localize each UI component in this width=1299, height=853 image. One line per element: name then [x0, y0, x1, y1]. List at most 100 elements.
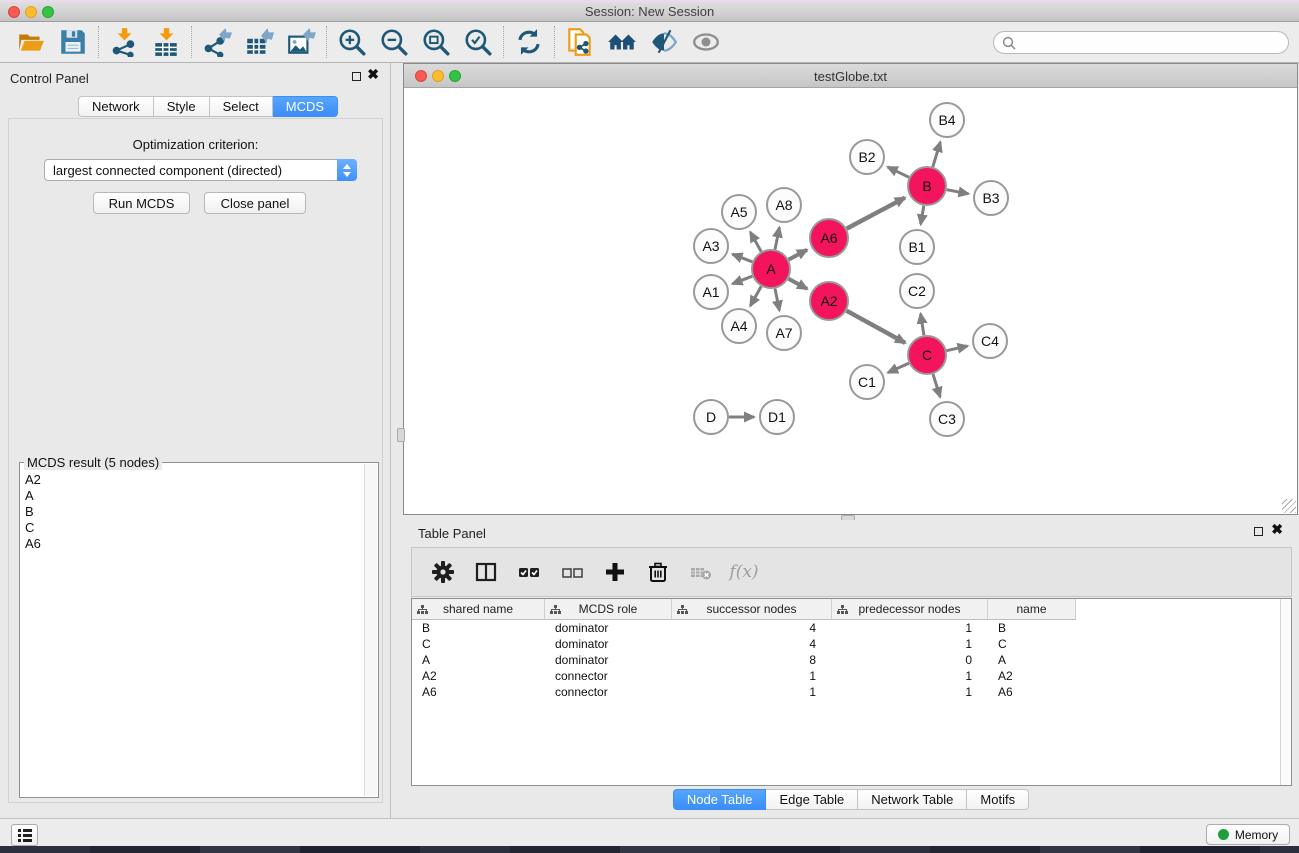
network-canvas[interactable]: AA1A2A3A4A5A6A7A8BB1B2B3B4CC1C2C3C4DD1 [404, 88, 1297, 514]
table-cell[interactable]: 1 [672, 685, 832, 699]
table-cell[interactable]: dominator [545, 637, 672, 651]
network-window-titlebar[interactable]: testGlobe.txt [404, 64, 1297, 88]
delete-column-icon[interactable] [641, 555, 675, 589]
refresh-icon[interactable] [512, 25, 546, 59]
tab-motifs[interactable]: Motifs [967, 789, 1029, 810]
graph-node-B[interactable]: B [908, 167, 946, 205]
graph-node-C4[interactable]: C4 [973, 324, 1007, 358]
float-table-panel-icon[interactable] [1254, 527, 1263, 536]
tab-select[interactable]: Select [210, 96, 273, 117]
resize-grip-icon[interactable] [1282, 499, 1296, 513]
graph-node-B1[interactable]: B1 [900, 230, 934, 264]
table-cell[interactable]: 1 [672, 669, 832, 683]
table-cell[interactable]: B [412, 621, 545, 635]
settings-gear-icon[interactable] [426, 555, 460, 589]
table-cell[interactable]: 8 [672, 653, 832, 667]
memory-button[interactable]: Memory [1206, 824, 1290, 845]
mcds-result-item[interactable]: A [21, 488, 363, 504]
export-network-icon[interactable] [200, 25, 234, 59]
result-scrollbar[interactable] [364, 464, 377, 796]
mcds-result-item[interactable]: B [21, 504, 363, 520]
table-cell[interactable]: C [988, 637, 1076, 651]
close-panel-button[interactable]: Close panel [204, 192, 306, 214]
column-header[interactable]: name [988, 599, 1076, 620]
table-cell[interactable]: dominator [545, 621, 672, 635]
graph-node-A8[interactable]: A8 [767, 188, 801, 222]
mcds-result-item[interactable]: A2 [21, 472, 363, 488]
table-row[interactable]: Bdominator41B [412, 620, 1291, 636]
zoom-out-icon[interactable] [377, 25, 411, 59]
table-cell[interactable]: dominator [545, 653, 672, 667]
render-details-icon[interactable] [647, 25, 681, 59]
tab-style[interactable]: Style [154, 96, 210, 117]
graph-node-B2[interactable]: B2 [850, 140, 884, 174]
mcds-result-item[interactable]: C [21, 520, 363, 536]
run-mcds-button[interactable]: Run MCDS [93, 192, 190, 214]
tab-network[interactable]: Network [78, 96, 154, 117]
select-all-icon[interactable] [512, 555, 546, 589]
table-cell[interactable]: A [412, 653, 545, 667]
zoom-selected-icon[interactable] [461, 25, 495, 59]
search-input[interactable] [1021, 35, 1271, 50]
table-cell[interactable]: A2 [988, 669, 1076, 683]
criterion-dropdown[interactable]: largest connected component (directed) [44, 159, 357, 181]
table-row[interactable]: A2connector11A2 [412, 668, 1291, 684]
table-cell[interactable]: A2 [412, 669, 545, 683]
column-header[interactable]: MCDS role [545, 599, 672, 620]
delete-table-icon[interactable] [684, 555, 718, 589]
save-session-icon[interactable] [56, 25, 90, 59]
table-cell[interactable]: 1 [832, 621, 988, 635]
table-row[interactable]: Cdominator41C [412, 636, 1291, 652]
graph-node-D[interactable]: D [694, 400, 728, 434]
tab-edge-table[interactable]: Edge Table [766, 789, 858, 810]
import-network-icon[interactable] [107, 25, 141, 59]
graph-node-A2[interactable]: A2 [810, 282, 848, 320]
table-scrollbar[interactable] [1280, 599, 1291, 785]
table-cell[interactable]: 1 [832, 637, 988, 651]
table-cell[interactable]: 0 [832, 653, 988, 667]
network-list-button[interactable] [11, 824, 38, 846]
clone-network-icon[interactable] [563, 25, 597, 59]
table-cell[interactable]: connector [545, 685, 672, 699]
export-image-icon[interactable] [284, 25, 318, 59]
graph-node-B4[interactable]: B4 [930, 103, 964, 137]
show-column-icon[interactable] [469, 555, 503, 589]
mcds-result-item[interactable]: A6 [21, 536, 363, 552]
graph-node-A4[interactable]: A4 [722, 309, 756, 343]
close-panel-icon[interactable]: ✖ [367, 67, 379, 81]
graph-node-A[interactable]: A [752, 250, 790, 288]
table-cell[interactable]: connector [545, 669, 672, 683]
graph-node-B3[interactable]: B3 [974, 181, 1008, 215]
table-cell[interactable]: A6 [412, 685, 545, 699]
table-cell[interactable]: 1 [832, 685, 988, 699]
table-cell[interactable]: B [988, 621, 1076, 635]
tab-mcds[interactable]: MCDS [273, 96, 338, 117]
show-graphics-icon[interactable] [689, 25, 723, 59]
close-table-panel-icon[interactable]: ✖ [1271, 522, 1283, 536]
graph-node-A3[interactable]: A3 [694, 229, 728, 263]
graph-node-A1[interactable]: A1 [694, 275, 728, 309]
tab-node-table[interactable]: Node Table [673, 789, 767, 810]
zoom-fit-icon[interactable] [419, 25, 453, 59]
add-column-icon[interactable] [598, 555, 632, 589]
table-cell[interactable]: C [412, 637, 545, 651]
column-header[interactable]: successor nodes [672, 599, 832, 620]
column-header[interactable]: shared name [412, 599, 545, 620]
graph-node-A5[interactable]: A5 [722, 195, 756, 229]
graph-node-D1[interactable]: D1 [760, 400, 794, 434]
table-row[interactable]: Adominator80A [412, 652, 1291, 668]
graph-node-C[interactable]: C [908, 336, 946, 374]
function-builder-icon[interactable]: f(x) [727, 555, 761, 589]
graph-node-A7[interactable]: A7 [767, 316, 801, 350]
float-panel-icon[interactable] [352, 72, 361, 81]
table-cell[interactable]: 1 [832, 669, 988, 683]
import-table-icon[interactable] [149, 25, 183, 59]
zoom-in-icon[interactable] [335, 25, 369, 59]
graph-node-C1[interactable]: C1 [850, 365, 884, 399]
search-field[interactable] [993, 31, 1289, 54]
table-cell[interactable]: 4 [672, 621, 832, 635]
vertical-split-handle[interactable] [397, 428, 405, 442]
deselect-all-icon[interactable] [555, 555, 589, 589]
graph-node-A6[interactable]: A6 [810, 219, 848, 257]
graph-node-C2[interactable]: C2 [900, 274, 934, 308]
